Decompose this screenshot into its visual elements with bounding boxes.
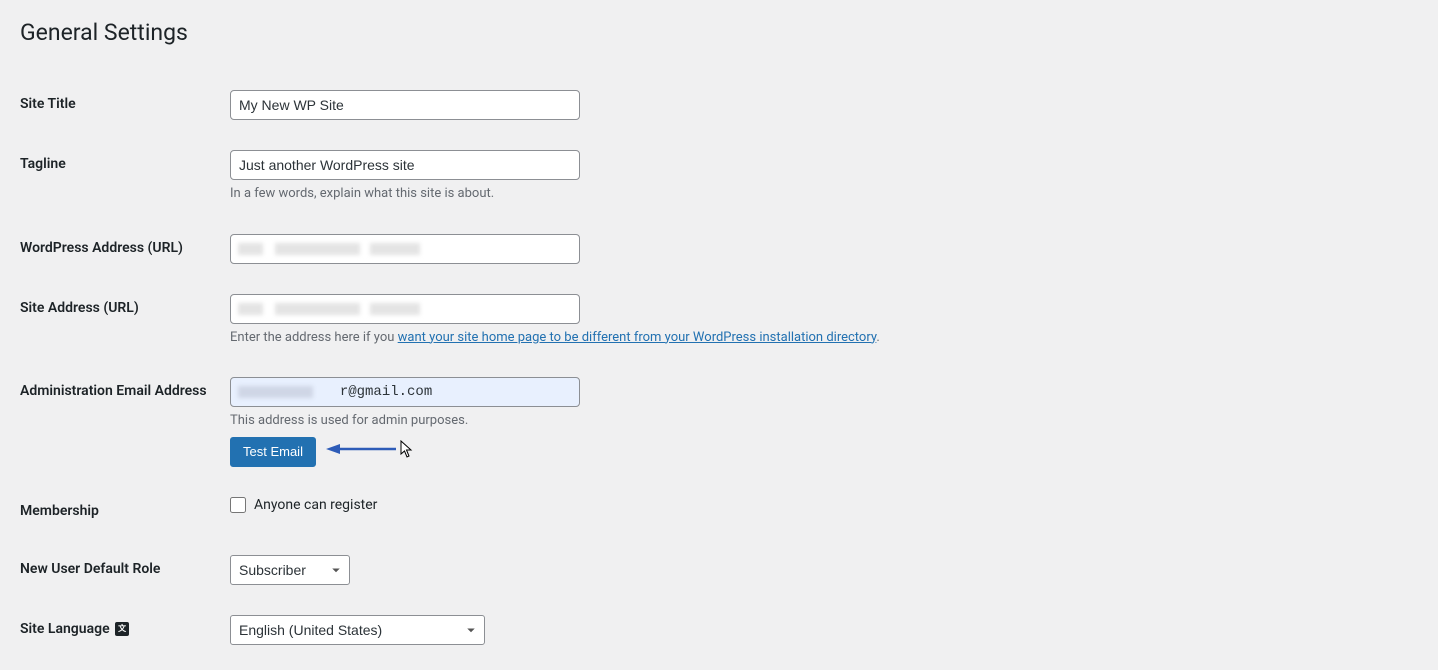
admin-email-description: This address is used for admin purposes. [230, 411, 1408, 431]
redacted-block [238, 386, 313, 398]
translate-icon [115, 622, 129, 636]
site-address-link[interactable]: want your site home page to be different… [398, 330, 877, 345]
site-language-select[interactable]: English (United States) [230, 615, 485, 645]
default-role-select[interactable]: Subscriber [230, 555, 350, 585]
redacted-block [370, 303, 420, 315]
settings-form: Site Title Tagline In a few words, expla… [20, 75, 1418, 660]
redacted-block [275, 303, 360, 315]
tagline-description: In a few words, explain what this site i… [230, 184, 1408, 204]
site-address-desc-suffix: . [876, 330, 879, 345]
redacted-block [275, 243, 360, 255]
test-email-button[interactable]: Test Email [230, 437, 316, 467]
admin-email-label: Administration Email Address [20, 362, 220, 482]
site-title-input[interactable] [230, 90, 580, 120]
site-address-label: Site Address (URL) [20, 279, 220, 363]
site-address-desc-prefix: Enter the address here if you [230, 330, 398, 345]
redacted-block [370, 243, 420, 255]
site-address-description: Enter the address here if you want your … [230, 328, 1408, 348]
membership-checkbox[interactable] [230, 497, 246, 513]
tagline-input[interactable] [230, 150, 580, 180]
site-title-label: Site Title [20, 75, 220, 135]
redacted-block [238, 303, 263, 315]
default-role-label: New User Default Role [20, 540, 220, 600]
tagline-label: Tagline [20, 135, 220, 219]
cursor-icon [400, 440, 414, 462]
membership-checkbox-label: Anyone can register [254, 497, 377, 513]
wp-address-label: WordPress Address (URL) [20, 219, 220, 279]
annotation-arrow-icon [326, 442, 396, 456]
redacted-block [238, 243, 263, 255]
membership-label: Membership [20, 482, 220, 540]
page-title: General Settings [20, 10, 1418, 50]
site-language-label: Site Language [20, 600, 220, 660]
